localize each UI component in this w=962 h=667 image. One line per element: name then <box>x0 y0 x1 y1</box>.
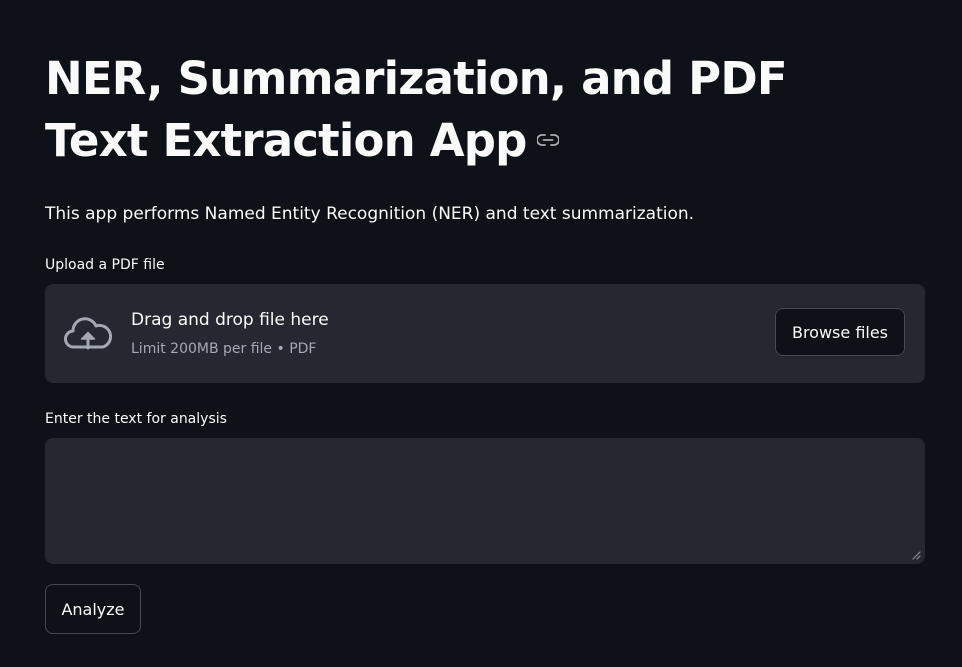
analysis-text-input[interactable] <box>45 438 925 564</box>
main-content: NER, Summarization, and PDF Text Extract… <box>45 48 925 634</box>
resize-handle-icon[interactable] <box>911 550 921 560</box>
page-title: NER, Summarization, and PDF Text Extract… <box>45 48 895 172</box>
cloud-upload-icon <box>64 317 112 350</box>
analyze-button[interactable]: Analyze <box>45 584 141 634</box>
app-page: NER, Summarization, and PDF Text Extract… <box>0 0 962 667</box>
text-input-label: Enter the text for analysis <box>45 411 227 427</box>
dropzone-limit-text: Limit 200MB per file • PDF <box>131 341 317 357</box>
link-icon[interactable] <box>536 134 559 146</box>
dropzone-title: Drag and drop file here <box>131 310 329 330</box>
file-dropzone[interactable]: Drag and drop file here Limit 200MB per … <box>45 284 925 383</box>
upload-label: Upload a PDF file <box>45 257 165 273</box>
browse-files-button[interactable]: Browse files <box>775 308 905 356</box>
app-description: This app performs Named Entity Recogniti… <box>45 204 695 224</box>
page-title-text: NER, Summarization, and PDF Text Extract… <box>45 52 788 167</box>
